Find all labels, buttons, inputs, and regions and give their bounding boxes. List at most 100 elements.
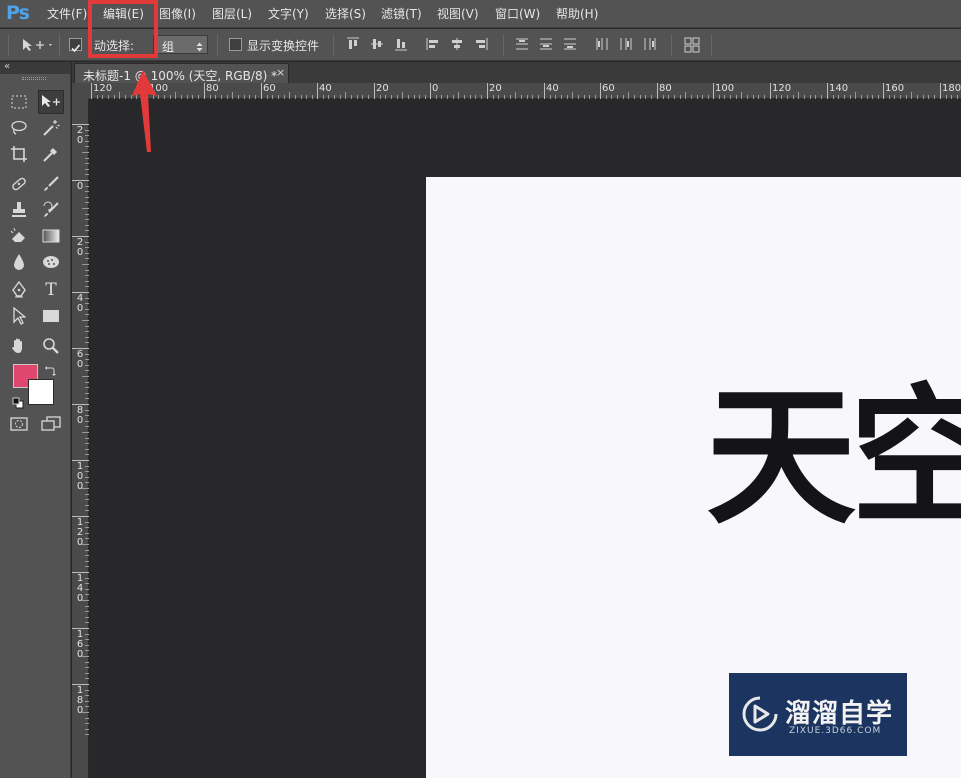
- auto-align-icon[interactable]: [684, 37, 700, 53]
- pen-icon[interactable]: [6, 278, 32, 302]
- toolbar-header[interactable]: «: [0, 61, 71, 74]
- auto-select-checkbox[interactable]: [69, 38, 82, 53]
- default-colors-icon[interactable]: [12, 394, 24, 413]
- menu-filter[interactable]: 滤镜(T): [381, 6, 422, 22]
- ruler-minor-tick: [85, 633, 89, 635]
- document-text-layer[interactable]: 天空: [706, 368, 961, 548]
- align-right-icon[interactable]: [474, 37, 488, 51]
- ruler-minor-tick: [475, 95, 477, 99]
- ruler-minor-tick: [85, 174, 89, 176]
- sponge-icon[interactable]: [38, 250, 64, 274]
- rect-marquee-icon[interactable]: [6, 90, 32, 114]
- ruler-minor-tick: [838, 95, 840, 99]
- ruler-minor-tick: [311, 95, 313, 99]
- close-icon[interactable]: ×: [276, 66, 285, 79]
- ruler-minor-tick: [82, 712, 89, 713]
- ruler-minor-tick: [82, 376, 89, 377]
- swap-colors-icon[interactable]: [44, 362, 56, 381]
- ruler-minor-tick: [197, 95, 199, 99]
- auto-select-dropdown[interactable]: 组: [153, 35, 208, 54]
- ruler-minor-tick: [85, 303, 89, 305]
- collapse-chevrons-icon[interactable]: «: [4, 61, 10, 72]
- ruler-label: 120: [93, 83, 113, 94]
- panel-grip[interactable]: [22, 77, 46, 80]
- document-tab-bar: 未标题-1 @ 100% (天空, RGB/8) * ×: [72, 62, 961, 83]
- history-brush-icon[interactable]: [38, 198, 64, 222]
- ruler-horizontal[interactable]: 120 100 80 60 40 20 0 20 40 60 80 100 120 140 160 180: [89, 83, 961, 99]
- ruler-minor-tick: [82, 488, 89, 489]
- ruler-minor-tick: [645, 95, 647, 99]
- quick-mask-icon[interactable]: [6, 412, 32, 436]
- healing-brush-icon[interactable]: [6, 172, 32, 196]
- hand-icon[interactable]: [6, 334, 32, 358]
- distribute-right-icon[interactable]: [643, 37, 657, 51]
- distribute-left-icon[interactable]: [595, 37, 609, 51]
- magic-wand-icon[interactable]: [38, 116, 64, 140]
- menu-image[interactable]: 图像(I): [159, 6, 196, 22]
- zoom-icon[interactable]: [38, 334, 64, 358]
- menu-help[interactable]: 帮助(H): [556, 6, 598, 22]
- ruler-minor-tick: [82, 600, 89, 601]
- path-select-icon[interactable]: [6, 304, 32, 328]
- menu-window[interactable]: 窗口(W): [495, 6, 540, 22]
- align-hcenter-icon[interactable]: [450, 37, 464, 51]
- menu-type[interactable]: 文字(Y): [268, 6, 309, 22]
- annotation-arrow-icon: [130, 70, 162, 158]
- distribute-bottom-icon[interactable]: [563, 37, 577, 51]
- document-tab[interactable]: 未标题-1 @ 100% (天空, RGB/8) * ×: [74, 63, 289, 83]
- ruler-vertical[interactable]: 20 0 20 40 60 80 100 120 140 160 180: [72, 99, 89, 778]
- type-icon[interactable]: T: [38, 278, 64, 302]
- ruler-minor-tick: [407, 95, 409, 99]
- ruler-minor-tick: [786, 95, 788, 99]
- ruler-minor-tick: [758, 95, 760, 99]
- screen-mode-icon[interactable]: [38, 412, 64, 436]
- ruler-minor-tick: [860, 95, 862, 99]
- ruler-minor-tick: [396, 95, 398, 99]
- ruler-minor-tick: [498, 95, 500, 99]
- show-transform-checkbox[interactable]: [229, 38, 242, 51]
- ruler-minor-tick: [237, 95, 239, 99]
- align-bottom-icon[interactable]: [394, 37, 408, 51]
- ruler-minor-tick: [367, 95, 369, 99]
- eyedropper-icon[interactable]: [38, 142, 64, 166]
- tools-panel: T: [0, 74, 71, 778]
- ruler-minor-tick: [781, 95, 783, 99]
- ruler-minor-tick: [85, 135, 89, 137]
- ruler-minor-tick: [526, 95, 528, 99]
- distribute-vcenter-icon[interactable]: [539, 37, 553, 51]
- menu-file[interactable]: 文件(F): [47, 6, 87, 22]
- dropdown-arrows-icon: [196, 38, 203, 57]
- eraser-icon[interactable]: [6, 224, 32, 248]
- ruler-tick: [204, 83, 205, 99]
- align-top-icon[interactable]: [346, 37, 360, 51]
- ruler-minor-tick: [85, 202, 89, 204]
- distribute-top-icon[interactable]: [515, 37, 529, 51]
- ruler-minor-tick: [82, 656, 89, 657]
- ruler-minor-tick: [945, 95, 947, 99]
- ruler-origin[interactable]: [72, 83, 89, 99]
- align-vcenter-icon[interactable]: [370, 37, 384, 51]
- menu-view[interactable]: 视图(V): [437, 6, 479, 22]
- lasso-icon[interactable]: [6, 116, 32, 140]
- ruler-minor-tick: [85, 140, 89, 142]
- move-tool-preset-icon[interactable]: [22, 37, 54, 57]
- brush-icon[interactable]: [38, 172, 64, 196]
- ruler-minor-tick: [85, 213, 89, 215]
- ruler-minor-tick: [458, 92, 460, 99]
- blur-drop-icon[interactable]: [6, 250, 32, 274]
- clone-stamp-icon[interactable]: [6, 198, 32, 222]
- ruler-minor-tick: [328, 95, 330, 99]
- ruler-minor-tick: [413, 95, 415, 99]
- gradient-icon[interactable]: [38, 224, 64, 248]
- menu-select[interactable]: 选择(S): [325, 6, 366, 22]
- rectangle-shape-icon[interactable]: [38, 304, 64, 328]
- crop-icon[interactable]: [6, 142, 32, 166]
- ruler-minor-tick: [85, 359, 89, 361]
- background-color-swatch[interactable]: [28, 379, 54, 405]
- ruler-minor-tick: [85, 185, 89, 187]
- align-left-icon[interactable]: [426, 37, 440, 51]
- ruler-tick: [487, 83, 488, 99]
- move-tool-icon[interactable]: [38, 90, 64, 114]
- menu-layer[interactable]: 图层(L): [212, 6, 252, 22]
- distribute-hcenter-icon[interactable]: [619, 37, 633, 51]
